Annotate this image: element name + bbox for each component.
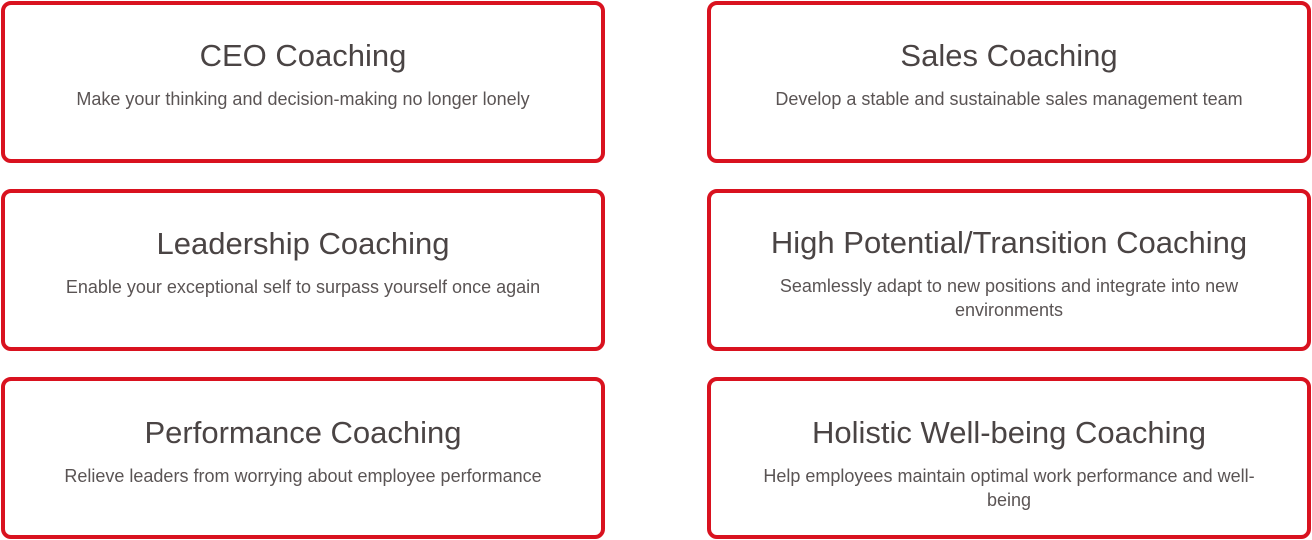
card-title: High Potential/Transition Coaching (770, 225, 1248, 260)
card-description: Enable your exceptional self to surpass … (65, 277, 541, 297)
coaching-services-grid: CEO Coaching Make your thinking and deci… (0, 0, 1312, 540)
card-high-potential-transition-coaching[interactable]: High Potential/Transition Coaching Seaml… (707, 189, 1311, 351)
card-description: Help employees maintain optimal work per… (763, 466, 1255, 510)
card-performance-coaching[interactable]: Performance Coaching Relieve leaders fro… (1, 377, 605, 539)
card-title: Holistic Well-being Coaching (812, 415, 1206, 450)
card-sales-coaching[interactable]: Sales Coaching Develop a stable and sust… (707, 1, 1311, 163)
card-title: Sales Coaching (900, 38, 1118, 73)
card-description: Develop a stable and sustainable sales m… (775, 89, 1243, 109)
card-holistic-well-being-coaching[interactable]: Holistic Well-being Coaching Help employ… (707, 377, 1311, 539)
card-description: Relieve leaders from worrying about empl… (64, 466, 542, 486)
card-description: Seamlessly adapt to new positions and in… (779, 276, 1239, 320)
card-ceo-coaching[interactable]: CEO Coaching Make your thinking and deci… (1, 1, 605, 163)
card-title: Leadership Coaching (156, 226, 450, 261)
card-description: Make your thinking and decision-making n… (76, 89, 530, 109)
card-title: Performance Coaching (144, 415, 462, 450)
card-title: CEO Coaching (199, 38, 407, 73)
card-leadership-coaching[interactable]: Leadership Coaching Enable your exceptio… (1, 189, 605, 351)
